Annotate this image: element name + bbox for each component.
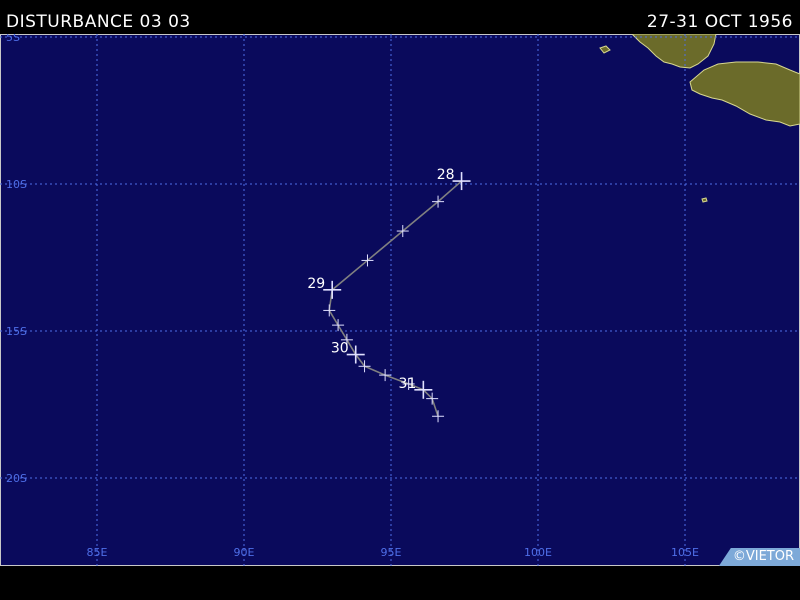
lat-label: 5S — [6, 34, 20, 44]
title-bar: DISTURBANCE 03 03 27-31 OCT 1956 — [0, 0, 800, 34]
map-title: DISTURBANCE 03 03 — [6, 12, 191, 32]
day-label: 31 — [399, 376, 417, 392]
date-range: 27-31 OCT 1956 — [646, 12, 793, 32]
lat-label: 10S — [6, 178, 27, 191]
lon-label: 90E — [234, 546, 255, 559]
lon-label: 95E — [381, 546, 402, 559]
day-label: 28 — [437, 167, 455, 183]
ocean-background — [0, 34, 800, 566]
track-map: 5S 10S 15S 20S 85E 90E 95E 100E 105E 28 29 30 31 — [0, 34, 800, 566]
lat-label: 20S — [6, 472, 27, 485]
christmas-island — [701, 197, 708, 203]
lon-label: 100E — [524, 546, 552, 559]
credit-badge: ©VIETOR — [718, 548, 800, 566]
map-canvas: 5S 10S 15S 20S 85E 90E 95E 100E 105E 28 29 30 31 — [0, 34, 800, 566]
lon-label: 105E — [671, 546, 699, 559]
lat-label: 15S — [6, 325, 27, 338]
day-label: 29 — [307, 276, 325, 292]
day-label: 30 — [331, 341, 349, 357]
lon-label: 85E — [87, 546, 108, 559]
bottom-bar — [0, 566, 800, 600]
